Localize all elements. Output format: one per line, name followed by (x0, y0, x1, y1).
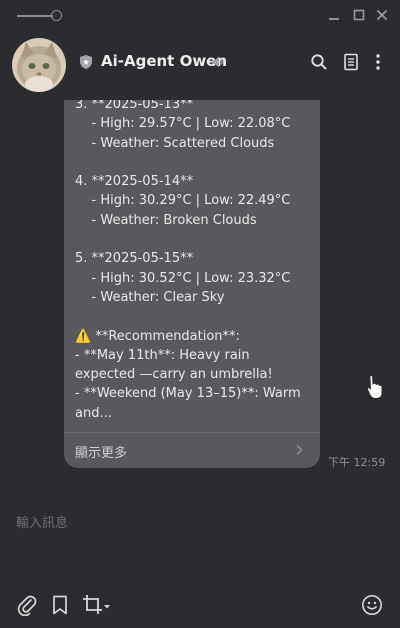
minimize-icon[interactable] (326, 7, 342, 23)
maximize-icon[interactable] (351, 7, 367, 23)
message-text: 3. **2025-05-13** - High: 29.57°C | Low:… (75, 100, 301, 421)
emoji-icon[interactable] (361, 594, 383, 616)
mouse-cursor-icon (367, 374, 383, 399)
slider-track (17, 15, 53, 17)
message-input[interactable]: 輸入訊息 (16, 512, 68, 531)
chevron-right-icon (296, 445, 303, 455)
search-icon[interactable] (310, 53, 328, 71)
message-input-area[interactable]: 輸入訊息 (0, 498, 400, 580)
slider-knob[interactable] (51, 10, 62, 21)
crop-icon[interactable] (82, 594, 112, 616)
cat-avatar-image (12, 38, 66, 92)
opacity-slider[interactable] (17, 10, 62, 22)
message-timestamp: 下午 12:59 (328, 456, 386, 469)
shield-icon (80, 55, 92, 69)
more-vertical-icon[interactable] (369, 53, 387, 71)
avatar[interactable] (12, 38, 66, 92)
notes-icon[interactable] (342, 53, 360, 71)
agent-name: Ai-Agent Owen (101, 52, 228, 70)
show-more-label: 顯示更多 (75, 446, 128, 461)
speaker-icon[interactable] (210, 54, 226, 70)
show-more-button[interactable]: 顯示更多 (64, 433, 320, 468)
paperclip-icon[interactable] (16, 594, 38, 616)
close-icon[interactable] (374, 7, 390, 23)
title-bar (0, 0, 400, 30)
bookmark-icon[interactable] (49, 594, 71, 616)
message-bubble: 3. **2025-05-13** - High: 29.57°C | Low:… (64, 100, 320, 468)
